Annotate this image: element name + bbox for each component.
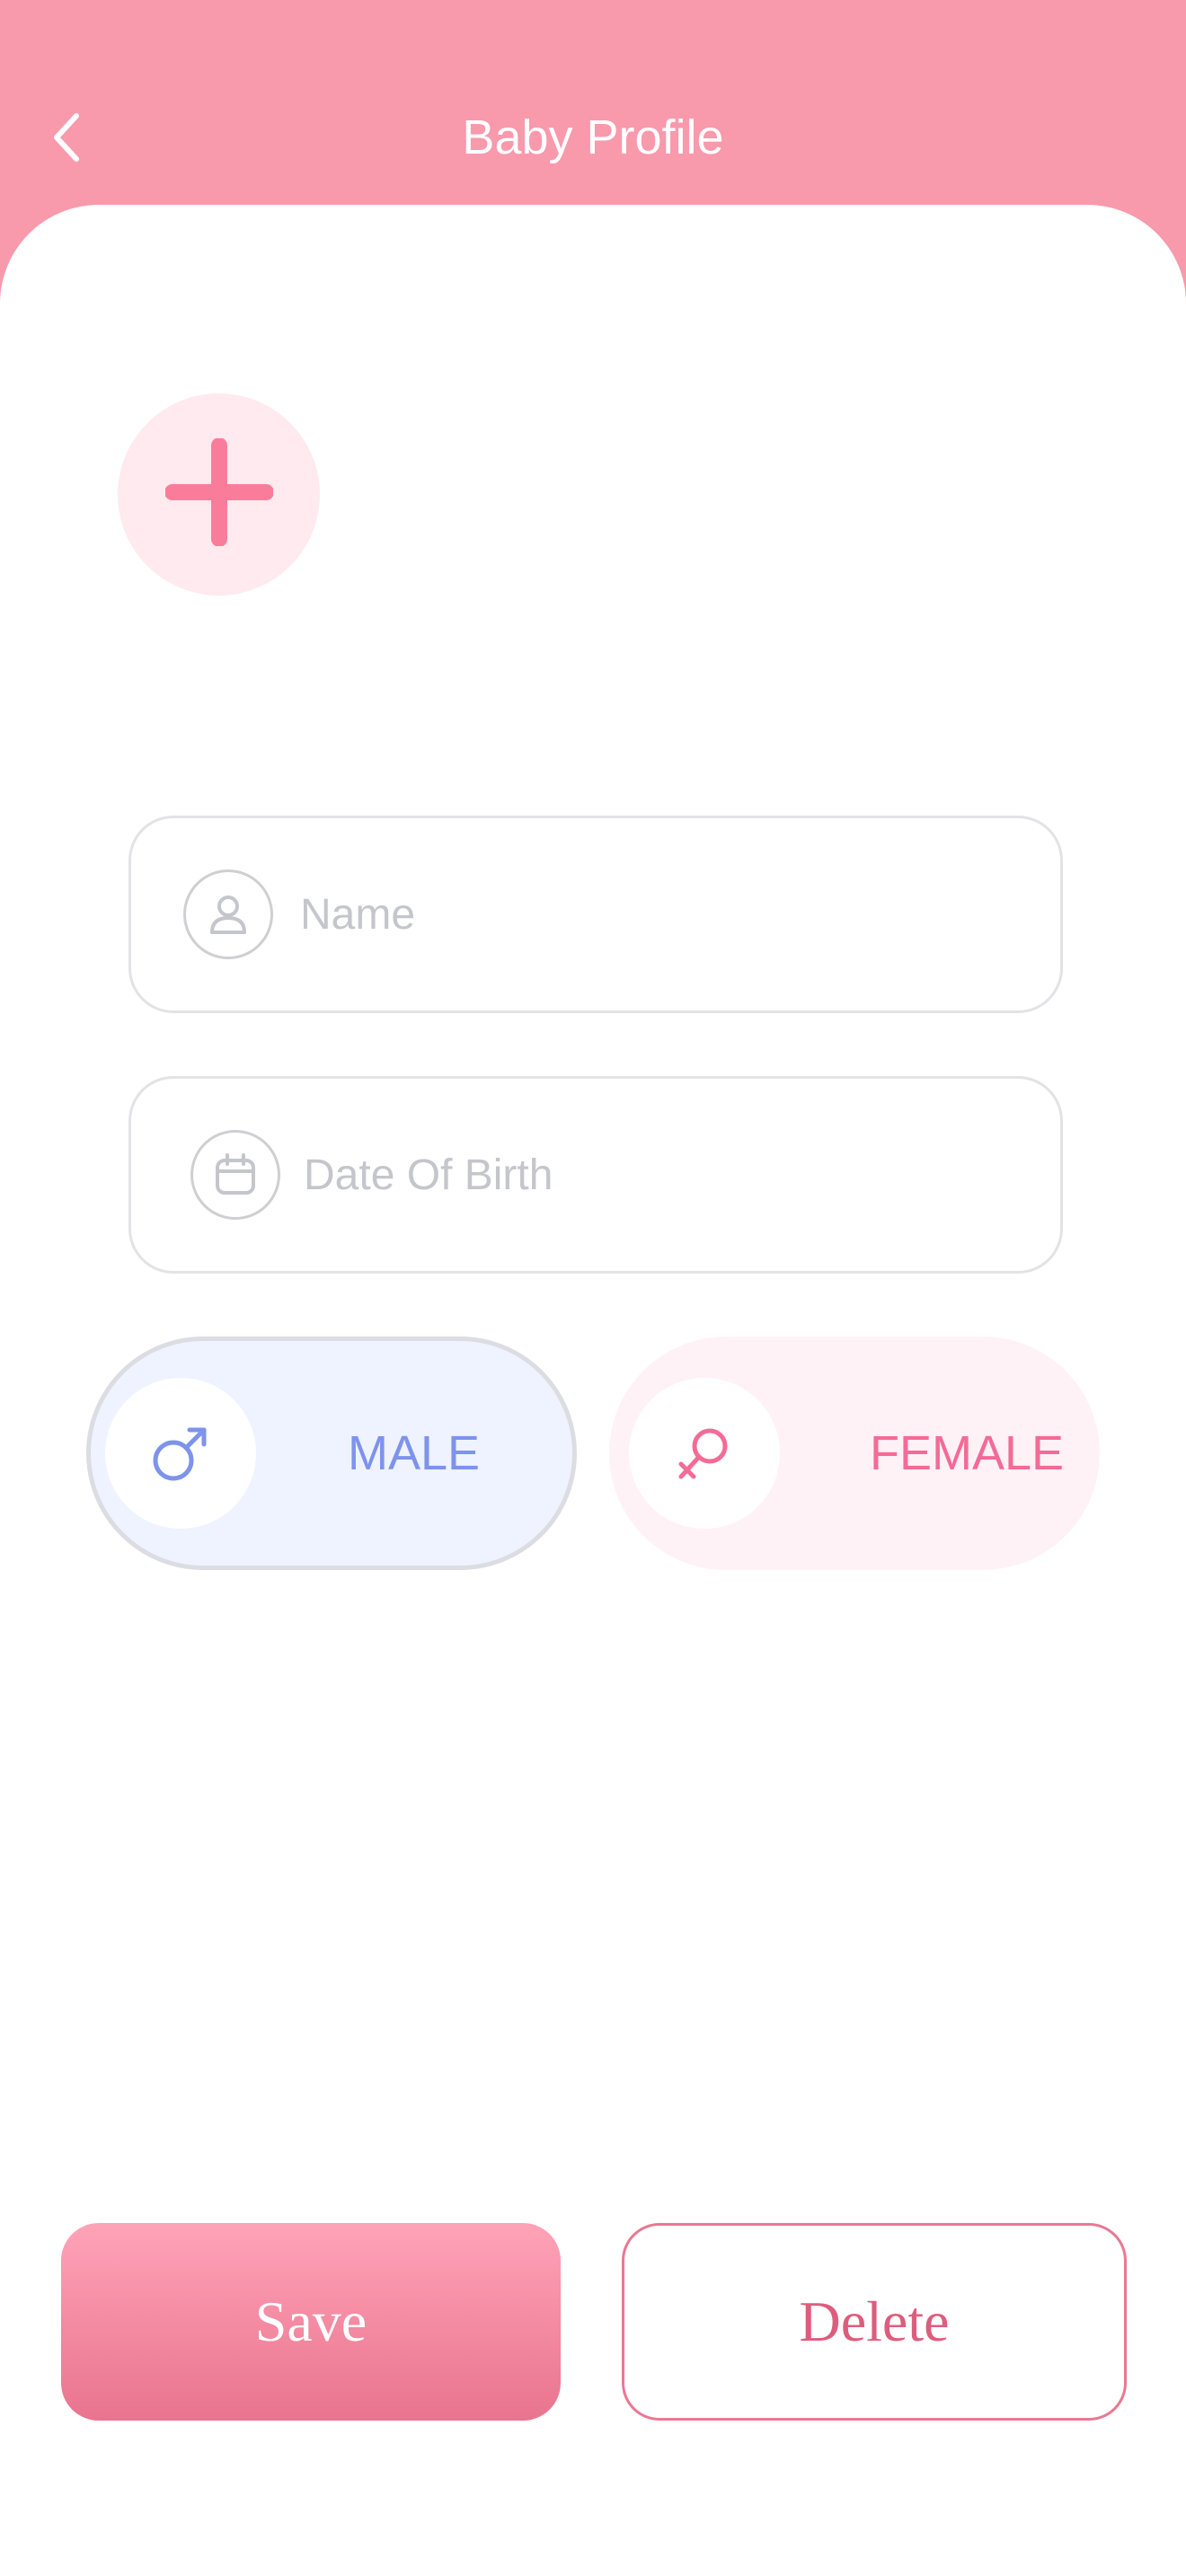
person-icon bbox=[183, 869, 273, 959]
delete-button[interactable]: Delete bbox=[622, 2223, 1127, 2421]
male-option[interactable]: MALE bbox=[86, 1337, 577, 1570]
baby-profile-screen: Baby Profile Name Date Of Birth MALE FEM… bbox=[0, 0, 1186, 2576]
date-of-birth-field[interactable] bbox=[128, 1076, 1063, 1274]
female-option[interactable]: FEMALE bbox=[609, 1337, 1100, 1570]
add-photo-button[interactable] bbox=[118, 393, 320, 595]
name-field[interactable] bbox=[128, 816, 1063, 1013]
female-symbol-icon bbox=[629, 1378, 780, 1529]
page-title: Baby Profile bbox=[462, 110, 724, 164]
name-input[interactable] bbox=[298, 888, 999, 940]
male-label: MALE bbox=[348, 1426, 481, 1480]
plus-icon bbox=[164, 437, 274, 551]
female-label: FEMALE bbox=[870, 1426, 1065, 1480]
male-symbol-icon bbox=[105, 1378, 256, 1529]
save-button[interactable]: Save bbox=[61, 2223, 561, 2421]
header-bar: Baby Profile bbox=[0, 0, 1186, 216]
date-of-birth-input[interactable] bbox=[302, 1149, 1003, 1201]
calendar-icon bbox=[190, 1130, 280, 1220]
